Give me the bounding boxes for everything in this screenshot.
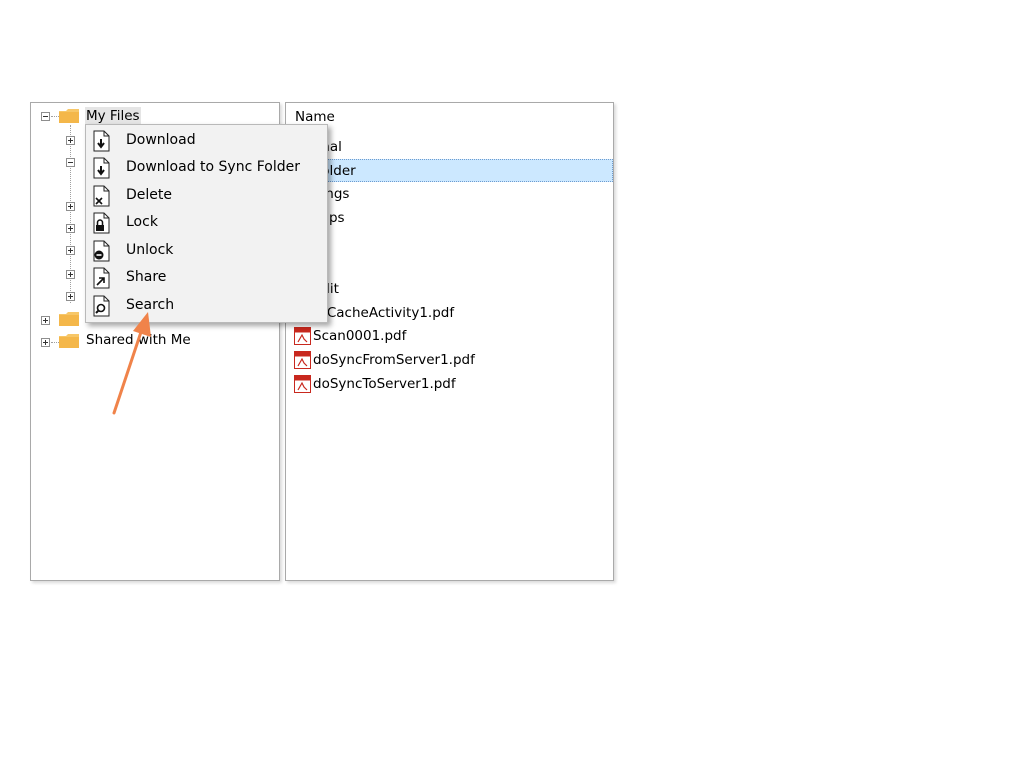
pdf-file-icon: [294, 375, 311, 393]
pdf-file-icon: [294, 327, 311, 345]
tree-item-shared-with-me[interactable]: Shared with Me: [86, 331, 191, 349]
expand-toggle-icon[interactable]: [66, 202, 75, 211]
file-row[interactable]: onal: [287, 136, 613, 159]
collapse-toggle-icon[interactable]: [41, 112, 50, 121]
file-row[interactable]: erCacheActivity1.pdf: [287, 302, 613, 325]
file-row[interactable]: Scan0001.pdf: [287, 325, 613, 348]
file-row[interactable]: [287, 255, 613, 278]
file-row[interactable]: kups: [287, 207, 613, 230]
tree-connector: [51, 342, 59, 343]
share-icon: [93, 267, 110, 289]
pdf-file-icon: [294, 351, 311, 369]
collapse-toggle-icon[interactable]: [66, 158, 75, 167]
menu-item-download[interactable]: Download: [88, 128, 325, 154]
folder-icon: [59, 334, 79, 348]
file-row-selected[interactable]: Folder: [287, 159, 613, 182]
expand-toggle-icon[interactable]: [66, 224, 75, 233]
menu-item-search[interactable]: Search: [88, 293, 325, 319]
file-row[interactable]: doSyncFromServer1.pdf: [287, 349, 613, 372]
expand-toggle-icon[interactable]: [66, 292, 75, 301]
folder-icon: [59, 312, 79, 326]
download-icon: [93, 130, 110, 152]
expand-toggle-icon[interactable]: [66, 136, 75, 145]
delete-icon: [93, 185, 110, 207]
lock-icon: [93, 212, 110, 234]
menu-item-unlock[interactable]: Unlock: [88, 238, 325, 264]
file-row[interactable]: doSyncToServer1.pdf: [287, 373, 613, 396]
file-list-panel[interactable]: Name onal Folder hings kups p edit erCac…: [285, 102, 614, 581]
context-menu[interactable]: Download Download to Sync Folder Delete …: [85, 124, 328, 323]
menu-item-delete[interactable]: Delete: [88, 183, 325, 209]
download-sync-icon: [93, 157, 110, 179]
menu-item-lock[interactable]: Lock: [88, 210, 325, 236]
expand-toggle-icon[interactable]: [41, 338, 50, 347]
file-row[interactable]: edit: [287, 278, 613, 301]
expand-toggle-icon[interactable]: [66, 270, 75, 279]
folder-icon: [59, 109, 79, 123]
unlock-icon: [93, 240, 110, 262]
file-row[interactable]: hings: [287, 183, 613, 206]
search-icon: [93, 295, 110, 317]
menu-item-download-to-sync-folder[interactable]: Download to Sync Folder: [88, 155, 325, 181]
file-row[interactable]: p: [287, 231, 613, 254]
expand-toggle-icon[interactable]: [66, 246, 75, 255]
menu-item-share[interactable]: Share: [88, 265, 325, 291]
name-column-header[interactable]: Name: [295, 109, 335, 125]
expand-toggle-icon[interactable]: [41, 316, 50, 325]
tree-connector: [51, 116, 59, 117]
tree-item-my-files[interactable]: My Files: [85, 107, 141, 125]
